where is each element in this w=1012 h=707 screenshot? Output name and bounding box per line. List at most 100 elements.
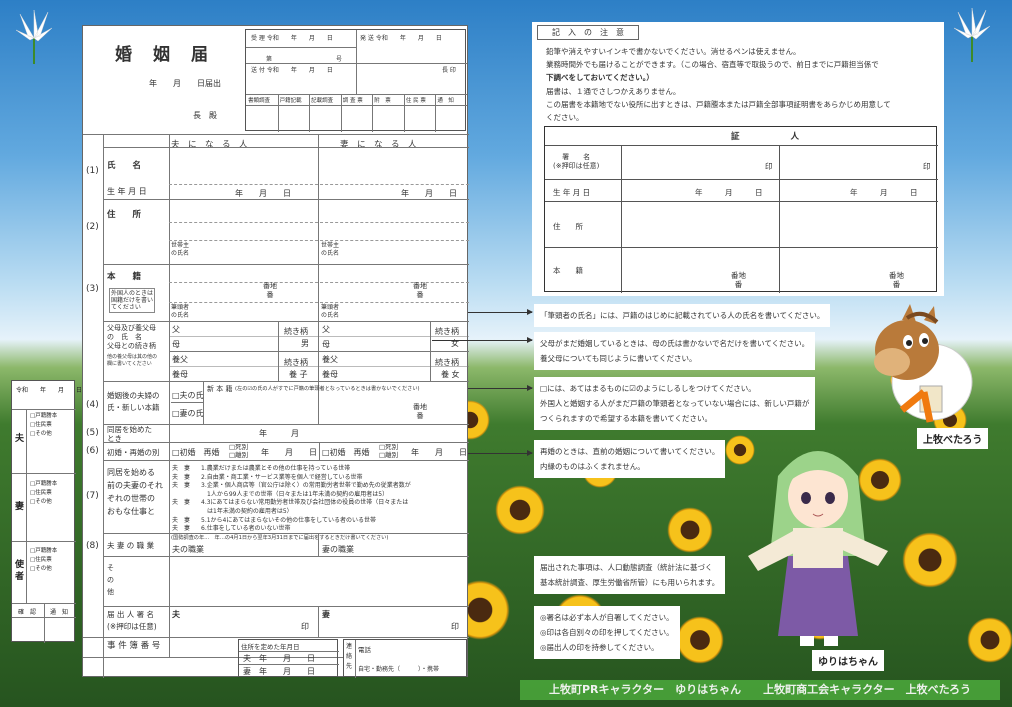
husband-previous-date: 年 月 日: [261, 448, 317, 457]
office-check-label: 住 民 票: [405, 98, 426, 104]
husband-hittousha: 筆頭者 の氏名: [171, 304, 190, 319]
husband-adopt-relation: 続き柄: [284, 358, 308, 367]
office-check-label: 調 査 票: [342, 98, 363, 104]
note-checkbox: □には、あてはまるものに☑のようにしるしをつけてください。 外国人と婚姻する人が…: [534, 377, 816, 430]
instruction-line: ください。: [546, 113, 584, 122]
parents-label: 父母及び養父母 の 氏 名 父母との続き柄: [107, 324, 156, 350]
horse-character-illustration: [874, 304, 973, 423]
wife-surname-checkbox[interactable]: □妻の氏: [172, 408, 204, 419]
witness1-birthdate: 年 月 日: [695, 188, 763, 197]
wife-relation: 続き柄: [435, 327, 459, 336]
wife-adoptive-father: 養父: [322, 355, 338, 364]
girl-character-name: ゆりはちゃん: [812, 650, 884, 671]
household-occupation-label: 同居を始める 前の夫妻のそれ ぞれの世帯の おもな仕事と: [107, 468, 163, 516]
husband-birthdate: 年 月 日: [235, 189, 291, 198]
number-suffix: 号: [336, 56, 343, 63]
husband-column-header: 夫 に な る 人: [171, 140, 248, 150]
addressee: 長 殿: [193, 111, 217, 120]
census-note: (国勢調査の年… 年…の4月1日から翌年3月31日までに届出をするときだけ書いて…: [171, 535, 389, 541]
sunflower: [495, 485, 545, 535]
office-check-label: 戸籍記載: [279, 98, 302, 104]
occupation-checkbox[interactable]: 夫 妻: [172, 480, 190, 489]
sunflower: [667, 507, 713, 553]
residence-date-label: 住所を定めた年月日: [241, 643, 300, 651]
office-check-label: 書類調査: [248, 98, 271, 104]
horse-character-name: 上牧べたろう: [917, 428, 989, 449]
wife-residence-ymd: 年 月 日: [259, 667, 315, 676]
receipt-option-checkbox[interactable]: □戸籍謄本: [30, 546, 57, 554]
witness1-seal: 印: [765, 162, 773, 171]
receipt-option-checkbox[interactable]: □住民票: [30, 555, 52, 563]
note-hittousha: 「筆頭者の氏名」には、戸籍のはじめに記載されている人の氏名を書いてください。: [534, 304, 831, 327]
wife-first-marriage-checkbox[interactable]: □初婚 再婚: [322, 447, 370, 458]
witness2-banchi: 番地 番: [889, 271, 904, 289]
form-title: 婚 姻 届: [115, 45, 210, 65]
receipt-messenger: 使 者: [15, 560, 25, 582]
contact-box: 連 絡 先 電話 自宅・勤務先（ ）・携帯: [343, 639, 467, 678]
witness-address-label: 住 所: [553, 222, 583, 231]
case-number-label: 事 件 簿 番 号: [107, 641, 161, 651]
instructions-panel: 記 入 の 注 意 鉛筆や消えやすいインキで書かないでください。消せるペンは使え…: [532, 22, 944, 296]
receipt-notify: 通 知: [50, 609, 69, 616]
wife-birthdate: 年 月 日: [401, 189, 457, 198]
receipt-option-checkbox[interactable]: □その他: [30, 564, 52, 572]
wife-banchi: 番地 番: [413, 282, 427, 299]
wife-occupation: 妻の職業: [322, 545, 354, 554]
sunflower: [902, 532, 958, 588]
residence-date-box: 住所を定めた年月日 夫 年 月 日 妻 年 月 日: [238, 639, 339, 677]
submission-date: 年 月 日届出: [149, 79, 221, 88]
new-honseki-note: (左の☑の氏の人がすでに戸籍の筆頭者となっているときは書かないでください): [235, 386, 420, 392]
instruction-line: 鉛筆や消えやすいインキで書かないでください。消せるペンは使えません。: [546, 47, 801, 56]
wife-adoptive-mother: 養母: [322, 370, 338, 379]
signature-label: 届 出 人 署 名 (※押印は任意): [107, 610, 157, 631]
marriage-registration-form: 婚 姻 届 年 月 日届出 長 殿 受 理 令和 年 月 日 発 送 令和 年 …: [82, 25, 469, 678]
relation-adopted-daughter: 養 女: [441, 370, 460, 379]
receipt-option-checkbox[interactable]: □住民票: [30, 420, 52, 428]
row-number: (4): [86, 400, 99, 410]
witness1-banchi: 番地 番: [731, 271, 746, 289]
row-number: (3): [86, 284, 99, 294]
name-label: 氏 名: [107, 161, 142, 171]
receipt-wife: 妻: [15, 502, 25, 512]
wife-mother: 母: [322, 340, 330, 349]
cohabit-date: 年 月: [259, 429, 299, 438]
relation-adopted-son: 養 子: [289, 370, 308, 379]
witness-sign-label: 署 名 (※押印は任意): [553, 153, 600, 170]
note-statistics: 届出された事項は、人口動態調査（統計法に基づく 基本統計調査、厚生労働省所管）に…: [534, 556, 726, 594]
office-use-box: 受 理 令和 年 月 日 発 送 令和 年 月 日 第 号 送 付 令和 年 月…: [245, 29, 467, 132]
wife-signature: 妻: [322, 610, 330, 619]
wife-residence-date: 妻: [243, 667, 251, 676]
arrow-icon: [432, 337, 533, 343]
receipt-option-checkbox[interactable]: □戸籍謄本: [30, 411, 57, 419]
lily-icon: [15, 9, 53, 64]
other-label: そ の 他: [107, 564, 114, 596]
forward-date: 送 付 令和 年 月 日: [251, 67, 333, 74]
receipt-option-checkbox[interactable]: □戸籍謄本: [30, 479, 57, 487]
husband-adoptive-mother: 養母: [172, 370, 188, 379]
foreign-note: 外国人のときは 国籍だけを書い てください: [109, 288, 156, 313]
receipt-option-checkbox[interactable]: □住民票: [30, 488, 52, 496]
witness2-seal: 印: [923, 162, 931, 171]
witness-honseki-label: 本 籍: [553, 266, 583, 275]
phone-label: 電話: [358, 646, 371, 654]
instruction-line: 下調べをしておいてください。）: [546, 73, 654, 82]
wife-previous-end-checkbox[interactable]: □死別 □離別: [379, 443, 398, 459]
lily-icon: [953, 7, 991, 62]
wife-seal: 印: [451, 622, 459, 631]
husband-previous-end-checkbox[interactable]: □死別 □離別: [229, 443, 248, 459]
row-number: (5): [86, 428, 99, 438]
witness2-birthdate: 年 月 日: [850, 188, 918, 197]
row-number: (2): [86, 222, 99, 232]
occupation-checkbox[interactable]: 夫 妻: [172, 497, 190, 506]
receipt-option-checkbox[interactable]: □その他: [30, 497, 52, 505]
husband-banchi: 番地 番: [263, 282, 277, 299]
occupation-checkbox[interactable]: 夫 妻: [172, 523, 190, 532]
occupation-label: 夫 妻 の 職 業: [107, 541, 155, 550]
husband-surname-checkbox[interactable]: □夫の氏: [172, 390, 204, 401]
receipt-option-checkbox[interactable]: □その他: [30, 429, 52, 437]
wife-adopt-relation: 続き柄: [435, 358, 459, 367]
cohabit-label: 同居を始めた とき: [107, 425, 152, 443]
new-honseki-label: 新 本 籍: [207, 385, 233, 393]
husband-household-head: 世帯主 の氏名: [171, 242, 190, 257]
husband-first-marriage-checkbox[interactable]: □初婚 再婚: [172, 447, 220, 458]
